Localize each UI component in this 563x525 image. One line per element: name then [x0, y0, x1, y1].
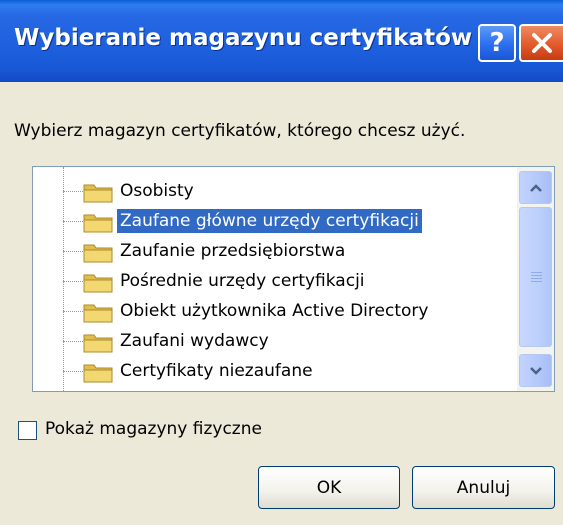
tree-item[interactable]: Zaufani wydawcy	[33, 326, 517, 356]
tree-view: Osobisty Zaufane główne urzędy certyfikac…	[33, 167, 517, 391]
tree-item-label: Zaufani wydawcy	[120, 331, 269, 351]
tree-item[interactable]: Zaufane główne urzędy certyfikacji	[33, 206, 517, 236]
folder-icon	[83, 214, 113, 233]
question-mark-icon: ?	[489, 28, 505, 58]
help-button[interactable]: ?	[478, 24, 516, 62]
tree-item-label: Zaufanie przedsiębiorstwa	[120, 241, 346, 261]
close-button[interactable]	[519, 24, 563, 62]
ok-button[interactable]: OK	[258, 466, 400, 509]
tree-connector	[63, 221, 85, 222]
folder-icon	[83, 244, 113, 263]
scroll-up-button[interactable]	[519, 171, 552, 204]
title-bar[interactable]: Wybieranie magazynu certyfikatów ?	[0, 0, 563, 82]
grip-line	[531, 281, 542, 282]
tree-item[interactable]: Zaufanie przedsiębiorstwa	[33, 236, 517, 266]
tree-item-label: Osobisty	[120, 181, 194, 201]
show-physical-stores-checkbox[interactable]	[18, 421, 37, 440]
folder-icon	[83, 364, 113, 383]
tree-item-label: Certyfikaty niezaufane	[120, 361, 313, 381]
folder-icon	[83, 304, 113, 323]
tree-connector	[63, 311, 85, 312]
grip-line	[531, 275, 542, 276]
chevron-up-icon	[529, 183, 542, 192]
close-icon	[532, 33, 552, 53]
chevron-down-icon	[529, 366, 542, 375]
tree-item[interactable]: Obiekt użytkownika Active Directory	[33, 296, 517, 326]
show-physical-stores-label[interactable]: Pokaż magazyny fizyczne	[45, 419, 262, 439]
tree-item[interactable]: Osobisty	[33, 176, 517, 206]
certificate-store-dialog: Wybieranie magazynu certyfikatów ? Wybie…	[0, 0, 563, 525]
vertical-scrollbar[interactable]	[517, 167, 554, 391]
instruction-text: Wybierz magazyn certyfikatów, którego ch…	[14, 121, 466, 141]
certificate-store-tree[interactable]: Osobisty Zaufane główne urzędy certyfikac…	[32, 166, 555, 392]
tree-connector	[63, 191, 85, 192]
folder-icon	[83, 184, 113, 203]
grip-line	[531, 278, 542, 279]
tree-item[interactable]: Pośrednie urzędy certyfikacji	[33, 266, 517, 296]
tree-item-label: Pośrednie urzędy certyfikacji	[120, 271, 365, 291]
tree-item[interactable]: Certyfikaty niezaufane	[33, 356, 517, 386]
grip-line	[531, 272, 542, 273]
scroll-thumb[interactable]	[519, 207, 552, 347]
folder-icon	[83, 334, 113, 353]
tree-connector	[63, 341, 85, 342]
tree-item-label: Zaufane główne urzędy certyfikacji	[117, 209, 422, 233]
cancel-button[interactable]: Anuluj	[412, 466, 555, 509]
folder-icon	[83, 274, 113, 293]
dialog-title: Wybieranie magazynu certyfikatów	[14, 25, 473, 51]
tree-connector	[63, 281, 85, 282]
tree-connector	[63, 251, 85, 252]
scroll-down-button[interactable]	[519, 354, 552, 387]
tree-item-label: Obiekt użytkownika Active Directory	[120, 301, 429, 321]
tree-connector	[63, 371, 85, 372]
